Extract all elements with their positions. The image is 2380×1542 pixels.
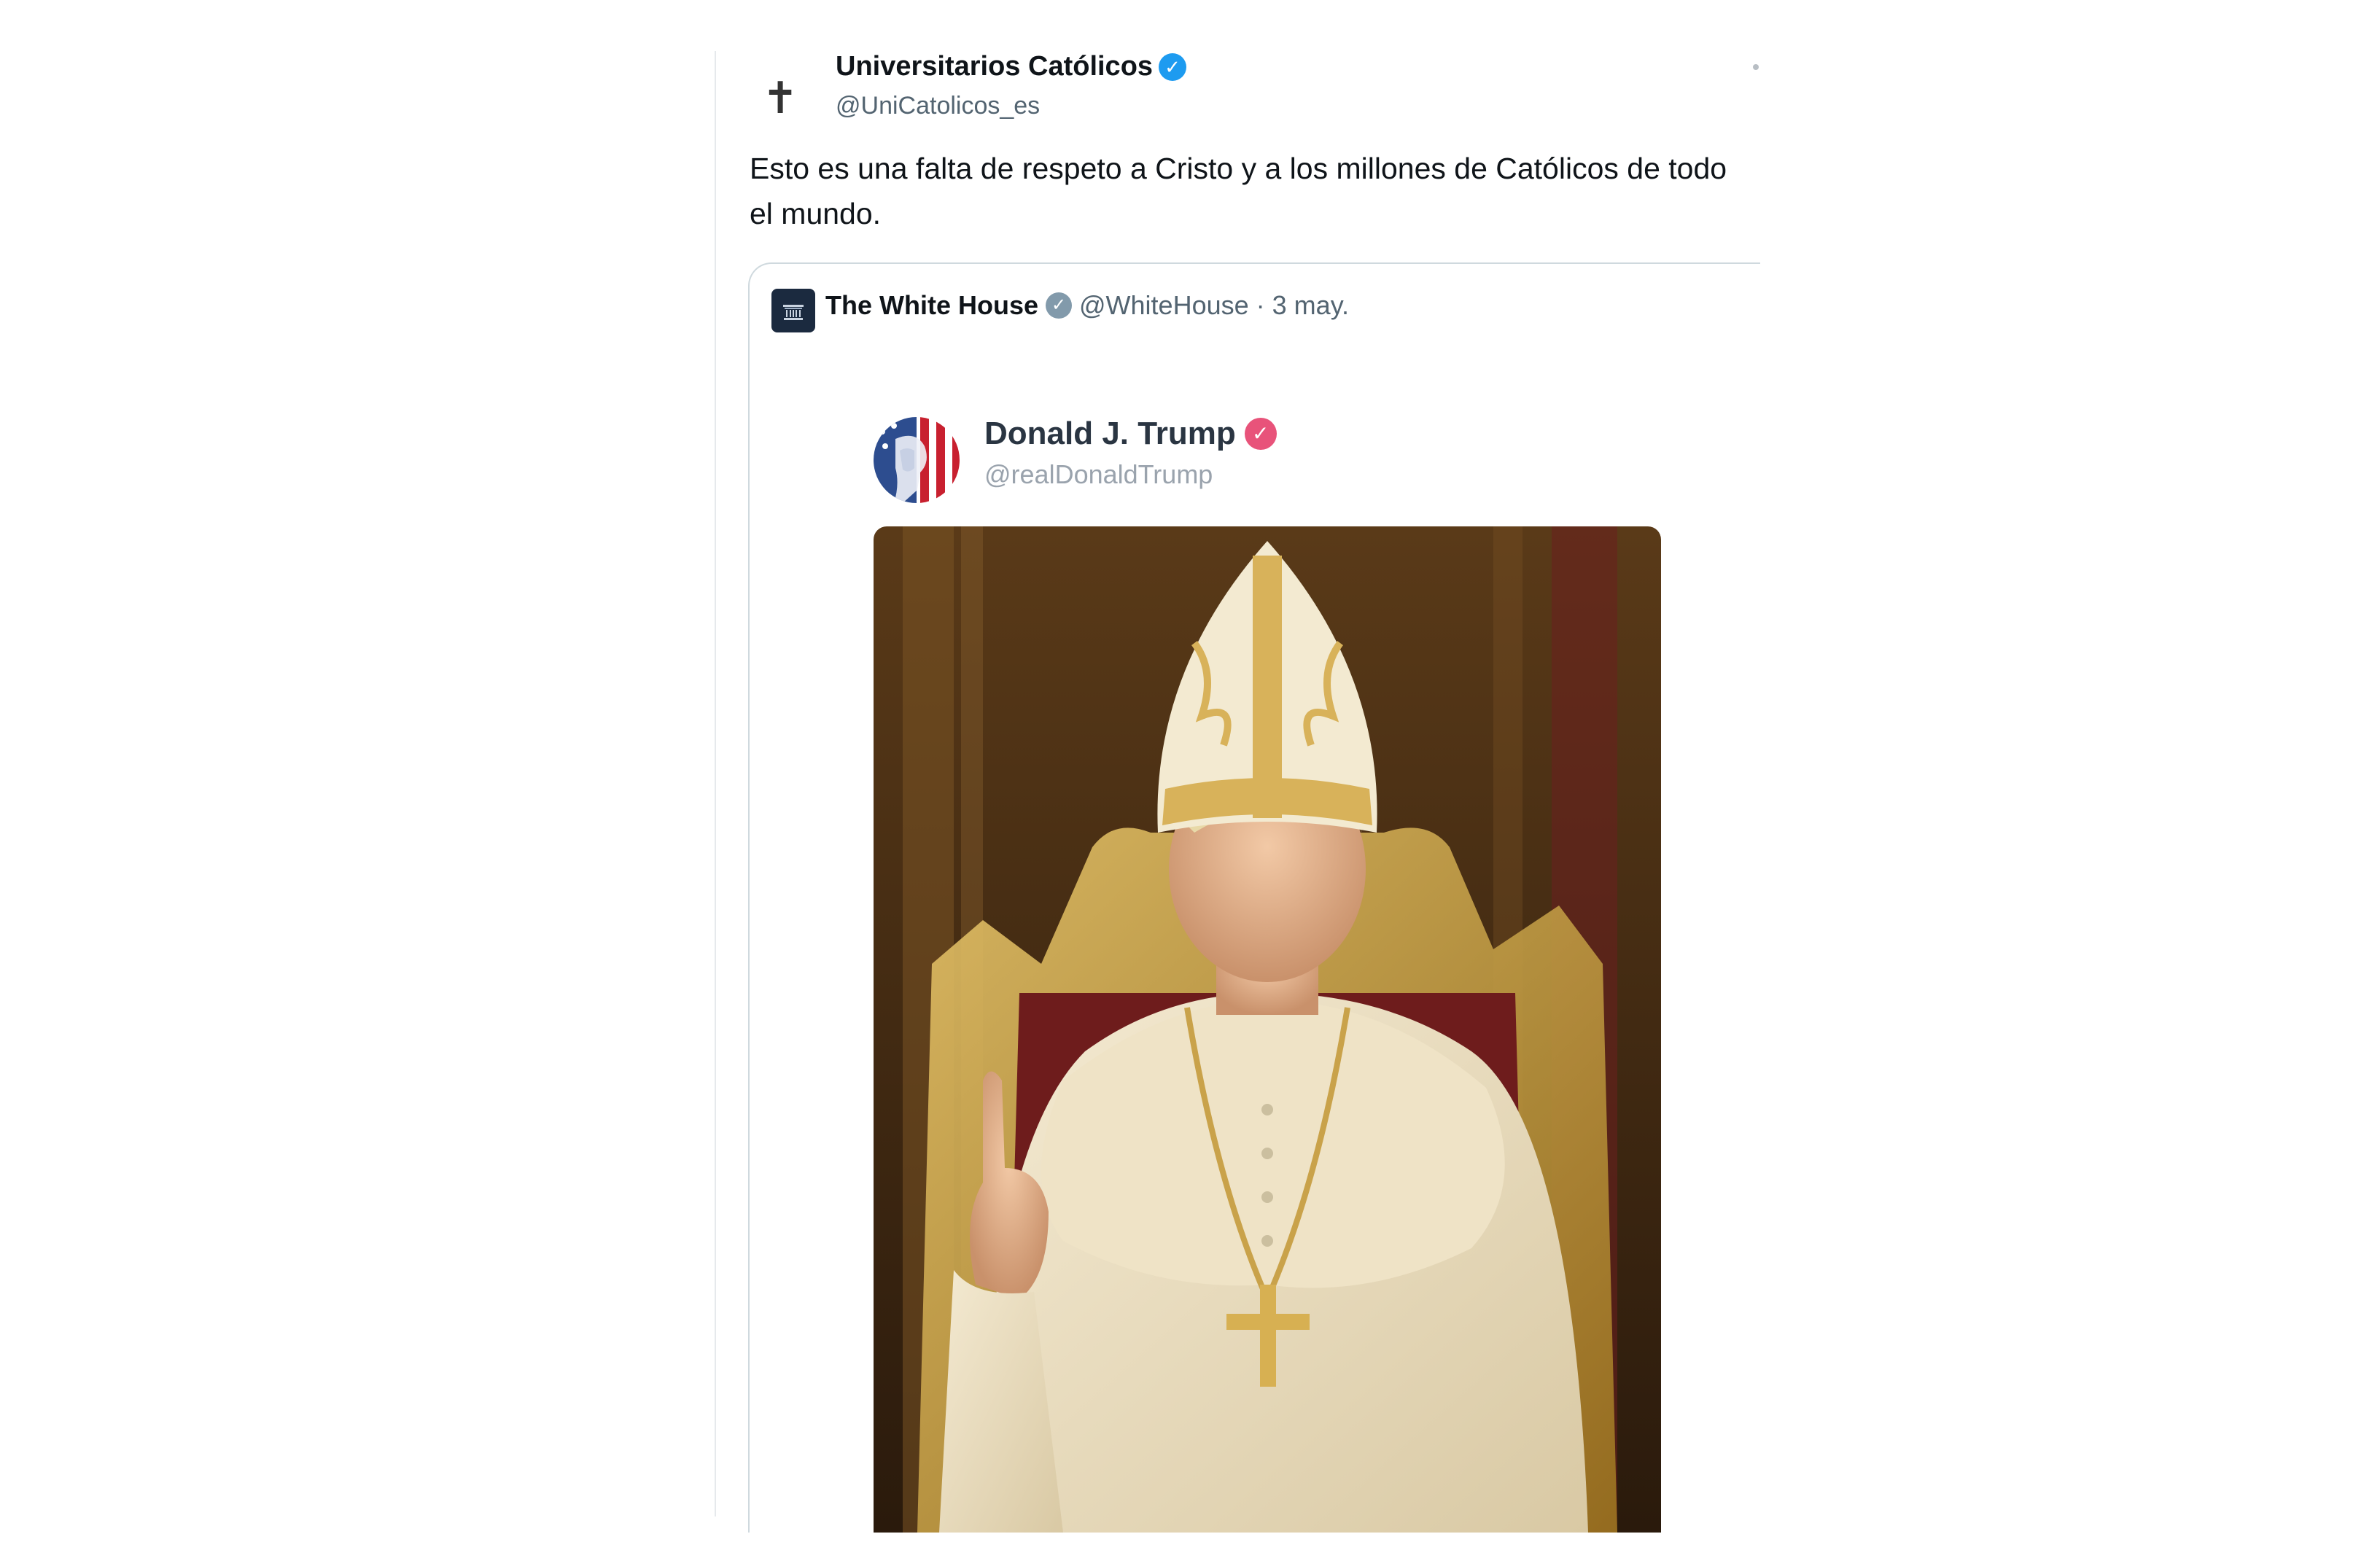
quote-author-handle[interactable]: @WhiteHouse	[1079, 290, 1249, 321]
white-house-avatar[interactable]	[771, 289, 815, 332]
author-handle[interactable]: @UniCatolicos_es	[836, 92, 1040, 120]
verified-badge-icon: ✓	[1244, 418, 1277, 450]
inner-author-name: Donald J. Trump	[984, 416, 1236, 451]
quote-author-name[interactable]: The White House	[825, 290, 1038, 321]
author-name[interactable]: Universitarios Católicos	[836, 51, 1153, 82]
separator-dot: ·	[1256, 290, 1265, 320]
inner-author-name-row: Donald J. Trump ✓	[984, 416, 1277, 452]
inner-author-handle: @realDonaldTrump	[984, 459, 1213, 489]
quote-date[interactable]: 3 may.	[1272, 290, 1349, 321]
author-name-row[interactable]: Universitarios Católicos ✓	[836, 51, 1187, 82]
verified-badge-icon: ✓	[1046, 292, 1073, 319]
pope-figure-illustration	[874, 526, 1661, 1533]
pope-portrait-image[interactable]	[874, 526, 1661, 1533]
quoted-tweet-card[interactable]: The White House ✓ @WhiteHouse · 3 may. D…	[748, 262, 1760, 1533]
verified-badge-icon: ✓	[1159, 52, 1187, 81]
white-house-logo-icon	[783, 305, 804, 320]
tweet[interactable]: ✝ Universitarios Católicos ✓ @UniCatolic…	[715, 51, 1760, 1533]
more-options-icon[interactable]	[1753, 64, 1759, 70]
cross-icon[interactable]: ✝	[758, 70, 802, 127]
tweet-text: Esto es una falta de respeto a Cristo y …	[750, 152, 1727, 230]
flag-portrait-icon	[874, 417, 960, 503]
trump-avatar	[874, 417, 960, 503]
quoted-tweet-header: The White House ✓ @WhiteHouse · 3 may.	[825, 290, 1349, 321]
